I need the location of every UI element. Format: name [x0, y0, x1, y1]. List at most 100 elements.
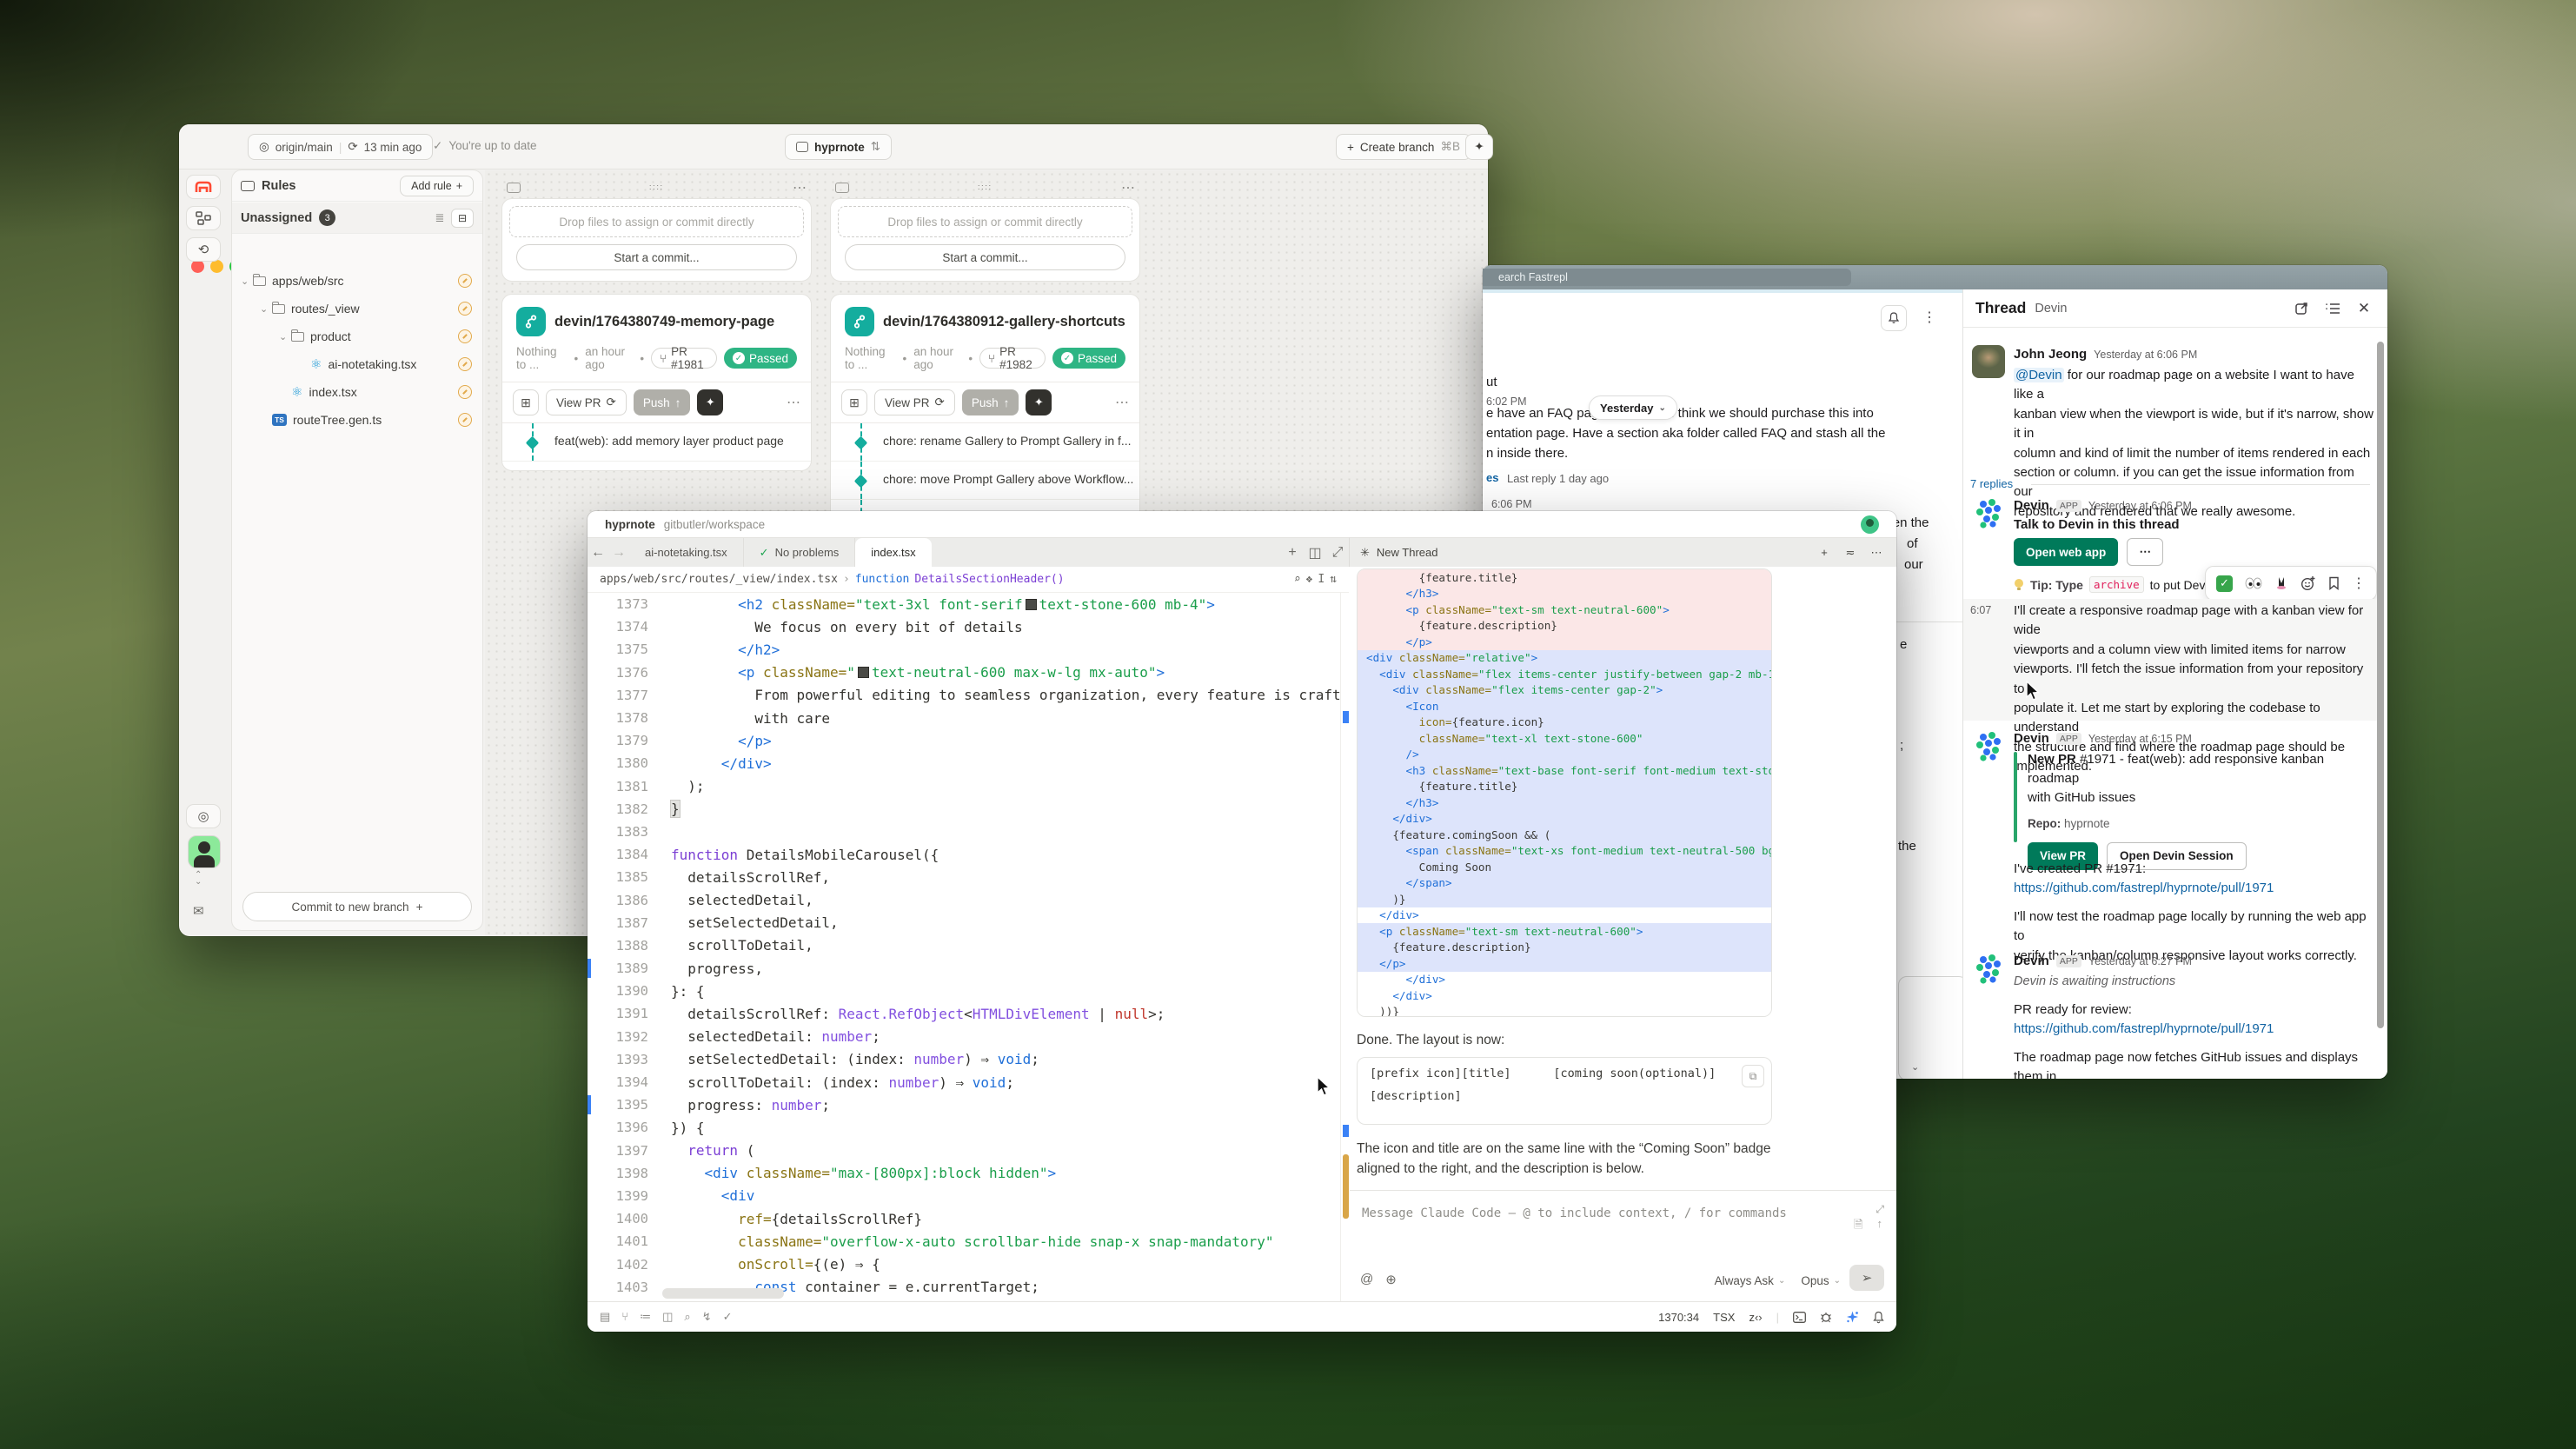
- code-line[interactable]: 1402 onScroll={(e) ⇒ {: [588, 1253, 1340, 1275]
- new-thread-icon[interactable]: +: [1815, 546, 1834, 559]
- code-line[interactable]: 1387 setSelectedDetail,: [588, 912, 1340, 934]
- ai-sparkles-icon[interactable]: [1846, 1311, 1859, 1324]
- copy-icon[interactable]: ⧉: [1742, 1065, 1764, 1087]
- message-timestamp[interactable]: Yesterday at 6:06 PM: [2094, 349, 2197, 361]
- more-actions-button[interactable]: ⋯: [2127, 538, 2163, 566]
- slack-search-input[interactable]: earch Fastrepl: [1483, 269, 1851, 286]
- code-line[interactable]: 1392 selectedDetail: number;: [588, 1026, 1340, 1048]
- model-select[interactable]: Opus⌄: [1801, 1274, 1841, 1287]
- pr-link[interactable]: https://github.com/fastrepl/hyprnote/pul…: [2014, 879, 2375, 898]
- ai-sparkle-button[interactable]: ✦: [1026, 389, 1052, 415]
- session-avatar[interactable]: [1861, 515, 1879, 534]
- cursor-mode-icon[interactable]: I: [1318, 573, 1325, 586]
- breadcrumb[interactable]: apps/web/src/routes/_view/index.tsx › fu…: [588, 567, 1349, 593]
- review-button[interactable]: ⊞: [841, 389, 867, 415]
- bookmark-icon[interactable]: [2328, 576, 2340, 590]
- devin-avatar[interactable]: [1972, 952, 2005, 985]
- actions-icon[interactable]: ↯: [702, 1310, 712, 1324]
- collab-icon[interactable]: ◫: [662, 1310, 673, 1324]
- code-line[interactable]: 1397 return (: [588, 1140, 1340, 1162]
- code-line[interactable]: 1376 <p className="text-neutral-600 max-…: [588, 661, 1340, 684]
- code-line[interactable]: 1384 function DetailsMobileCarousel({: [588, 843, 1340, 866]
- file-tree-row[interactable]: ⌄ ⚛ ai-notetaking.tsx: [232, 350, 482, 378]
- mail-icon[interactable]: ✉: [193, 903, 204, 919]
- ai-sparkle-button[interactable]: ✦: [697, 389, 723, 415]
- search-icon[interactable]: ⌕: [684, 1310, 690, 1324]
- card-menu-icon[interactable]: ⋯: [1115, 394, 1129, 411]
- tab-index-tsx[interactable]: index.tsx: [855, 538, 931, 567]
- commit-row[interactable]: chore: move Prompt Gallery above Workflo…: [831, 462, 1139, 500]
- john-avatar[interactable]: [1972, 345, 2005, 378]
- code-line[interactable]: 1398 <div className="max-[800px]:block h…: [588, 1162, 1340, 1185]
- user-avatar[interactable]: [188, 835, 221, 868]
- expand-icon[interactable]: ⤢: [1326, 538, 1349, 567]
- new-tab-icon[interactable]: +: [1281, 538, 1304, 567]
- minimize-window-button[interactable]: [210, 260, 223, 273]
- more-message-actions-icon[interactable]: ⋮: [2352, 575, 2366, 592]
- sender-name[interactable]: John Jeong: [2014, 347, 2087, 362]
- symbols-icon[interactable]: ❖: [1306, 573, 1313, 586]
- start-commit-button[interactable]: Start a commit...: [516, 244, 797, 270]
- message-timestamp[interactable]: Yesterday at 6:27 PM: [2088, 955, 2192, 967]
- devin-avatar[interactable]: [1972, 496, 2005, 529]
- code-editor[interactable]: 1373 <h2 className="text-3xl font-serift…: [588, 593, 1340, 1302]
- search-icon[interactable]: ⌕: [1294, 573, 1301, 586]
- code-line[interactable]: 1382 }: [588, 798, 1340, 821]
- code-line[interactable]: 1396 }) {: [588, 1116, 1340, 1139]
- close-window-button[interactable]: [191, 260, 204, 273]
- devin-avatar[interactable]: [1972, 729, 2005, 762]
- assistant-menu-icon[interactable]: ⋯: [1867, 546, 1886, 560]
- assistant-composer[interactable]: Message Claude Code — @ to include conte…: [1350, 1190, 1896, 1301]
- file-tree-row[interactable]: ⌄ ⚛ index.tsx: [232, 378, 482, 406]
- tab-ai-notetaking[interactable]: ai-notetaking.tsx: [629, 538, 744, 567]
- code-line[interactable]: 1391 detailsScrollRef: React.RefObject<H…: [588, 1002, 1340, 1025]
- drag-handle-icon[interactable]: ∷∷: [978, 183, 993, 193]
- lane-menu-icon[interactable]: ⋯: [793, 179, 807, 196]
- tab-no-problems[interactable]: ✓No problems: [744, 538, 856, 567]
- notifications-bell-button[interactable]: [1881, 305, 1907, 331]
- close-icon[interactable]: ✕: [2353, 300, 2375, 317]
- code-line[interactable]: 1393 setSelectedDetail: (index: number) …: [588, 1048, 1340, 1071]
- sender-name[interactable]: Devin: [2014, 498, 2049, 513]
- rail-branches-button[interactable]: [186, 175, 221, 199]
- commit-row[interactable]: chore: rename Gallery to Prompt Gallery …: [831, 423, 1139, 462]
- mention-icon[interactable]: @: [1360, 1272, 1373, 1287]
- card-menu-icon[interactable]: ⋯: [787, 394, 800, 411]
- ai-actions-button[interactable]: ✦: [1465, 134, 1493, 160]
- replies-link[interactable]: es: [1486, 471, 1498, 484]
- code-line[interactable]: 1385 detailsScrollRef,: [588, 866, 1340, 888]
- code-line[interactable]: 1375 </h2>: [588, 638, 1340, 661]
- collapse-lane-icon[interactable]: [835, 183, 849, 193]
- code-line[interactable]: 1390 }: {: [588, 980, 1340, 1002]
- code-line[interactable]: 1400 ref={detailsScrollRef}: [588, 1207, 1340, 1230]
- code-line[interactable]: 1394 scrollToDetail: (index: number) ⇒ v…: [588, 1071, 1340, 1093]
- ci-status-badge[interactable]: ✓Passed: [724, 348, 797, 369]
- debug-bug-icon[interactable]: [1820, 1311, 1832, 1323]
- code-line[interactable]: 1395 progress: number;: [588, 1093, 1340, 1116]
- rail-target-button[interactable]: ◎: [186, 804, 221, 828]
- zed-icon[interactable]: z‹›: [1749, 1311, 1762, 1324]
- list-icon[interactable]: ≔: [640, 1310, 651, 1324]
- code-vertical-scrollbar[interactable]: [1340, 593, 1349, 1302]
- pr-link[interactable]: https://github.com/fastrepl/hyprnote/pul…: [2014, 1020, 2375, 1039]
- file-tree-row[interactable]: ⌄ product: [232, 322, 482, 350]
- devin-mention[interactable]: @Devin: [2014, 368, 2064, 382]
- message-timestamp[interactable]: Yesterday at 6:15 PM: [2088, 733, 2192, 745]
- code-line[interactable]: 1381 );: [588, 775, 1340, 798]
- list-view-toggle[interactable]: ≣: [428, 209, 451, 228]
- add-reaction-icon[interactable]: [2300, 575, 2316, 591]
- replies-count[interactable]: 7 replies: [1970, 477, 2013, 490]
- context-target-icon[interactable]: ⊕: [1385, 1272, 1397, 1287]
- rail-workspace-button[interactable]: [186, 206, 221, 230]
- open-web-app-button[interactable]: Open web app: [2014, 538, 2118, 566]
- branch-card[interactable]: devin/1764380912-gallery-shortcuts Nothi…: [830, 294, 1140, 539]
- check-emoji-reaction[interactable]: ✓: [2216, 575, 2233, 592]
- thread-scrollbar[interactable]: [2377, 342, 2384, 1028]
- file-tree-row[interactable]: ⌄ TS routeTree.gen.ts: [232, 406, 482, 434]
- start-commit-button[interactable]: Start a commit...: [845, 244, 1125, 270]
- tree-view-toggle[interactable]: ⊟: [451, 209, 474, 228]
- date-divider-pill[interactable]: Yesterday⌄: [1589, 395, 1677, 420]
- cursor-position[interactable]: 1370:34: [1658, 1311, 1699, 1324]
- account-switcher-chevrons[interactable]: ⌃⌄: [195, 872, 202, 886]
- terminal-icon[interactable]: [1793, 1312, 1806, 1323]
